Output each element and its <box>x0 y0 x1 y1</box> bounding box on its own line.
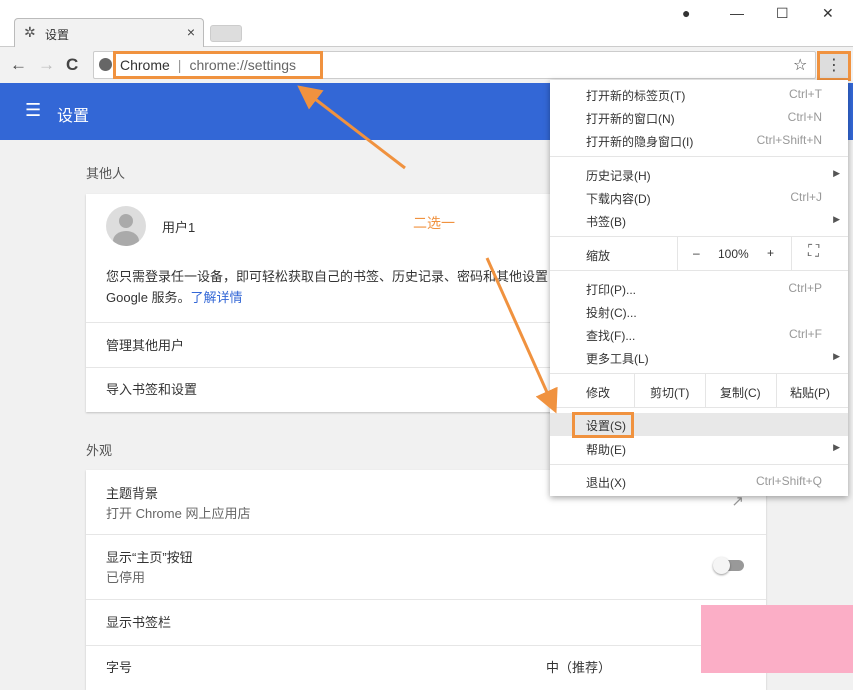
watermark-block <box>701 605 853 673</box>
arrow-to-settings <box>485 257 558 414</box>
arrow-to-url <box>297 85 406 170</box>
annotation-arrows <box>297 85 558 414</box>
